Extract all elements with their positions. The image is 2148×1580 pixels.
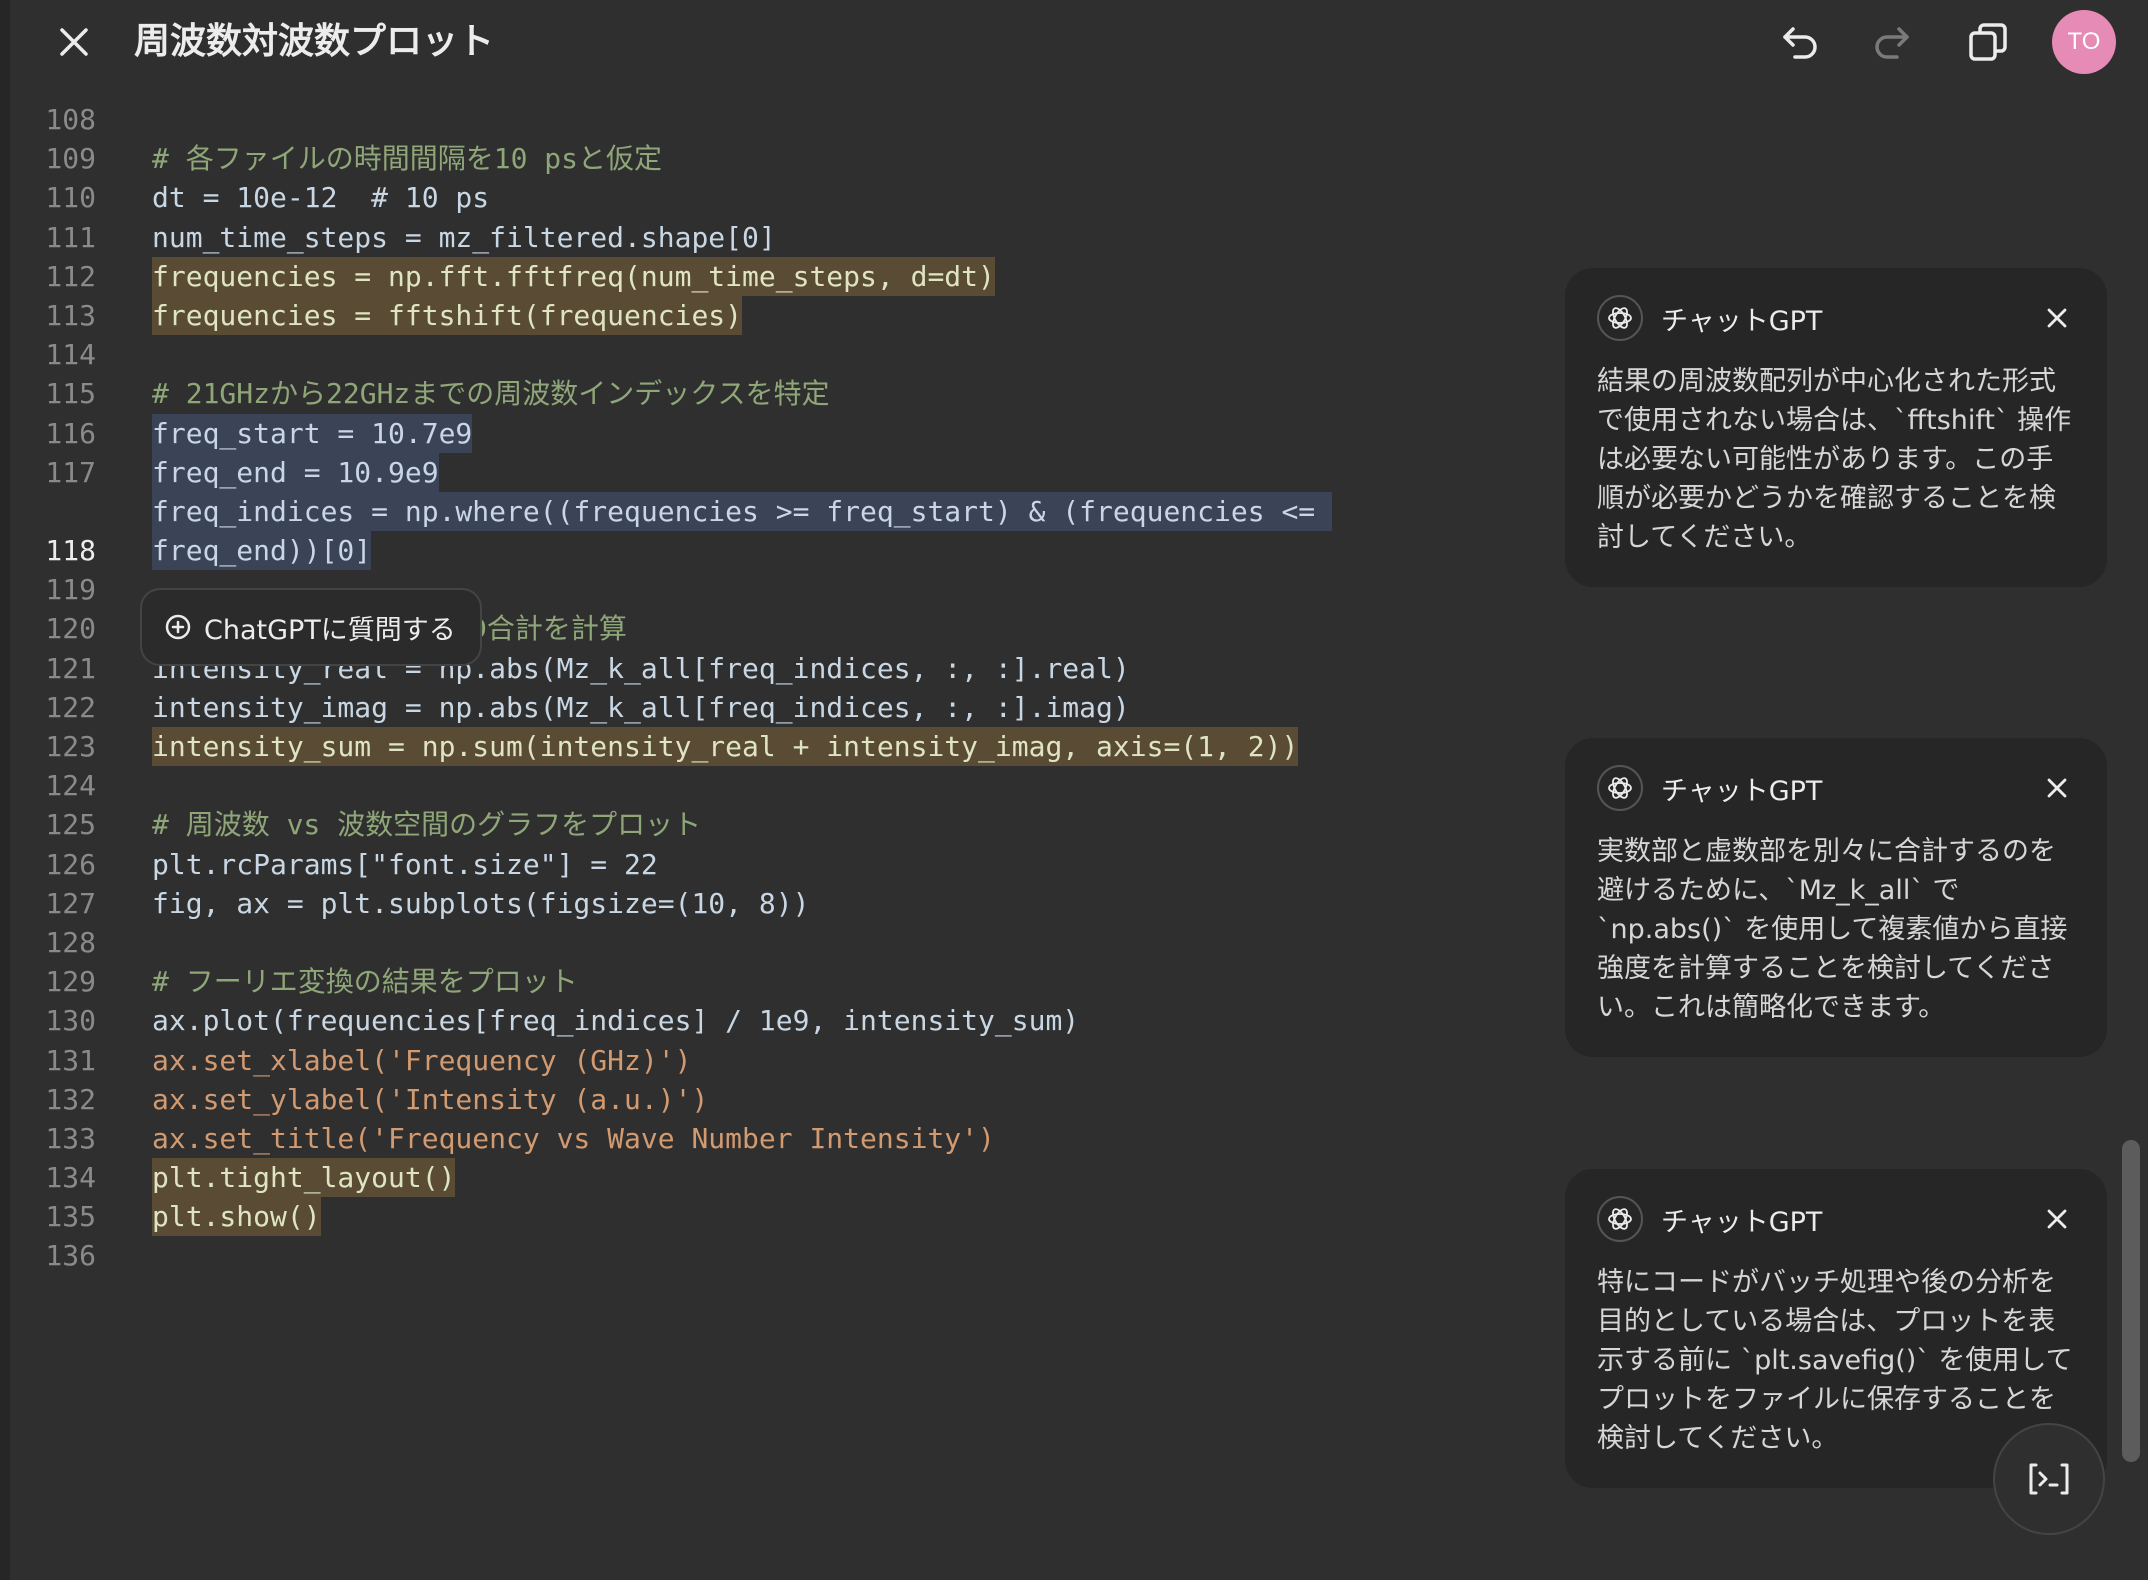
line-number: 125 [45,808,96,842]
comment-author: チャットGPT [1661,775,1823,807]
chatgpt-logo-icon [1597,1196,1643,1242]
clipped-previous-line: . . . . . . . . . [152,84,752,90]
code-line-highlighted[interactable]: intensity_sum = np.sum(intensity_real + … [152,727,1299,767]
line-number: 115 [45,377,96,411]
copy-button[interactable] [1964,18,2012,66]
ask-chatgpt-label: ChatGPTに質問する [204,614,456,646]
header: 周波数対波数プロット TO [0,0,2148,84]
ask-chatgpt-button[interactable]: ChatGPTに質問する [140,588,482,666]
line-number: 123 [45,730,96,764]
line-number: 136 [45,1239,96,1273]
comment-author: チャットGPT [1661,1206,1823,1238]
code-line-highlighted[interactable]: plt.show() [152,1197,321,1237]
code-line-highlighted[interactable]: frequencies = np.fft.fftfreq(num_time_st… [152,256,995,296]
line-number: 108 [45,103,96,136]
line-number-active: 118 [45,534,96,568]
chatgpt-logo-icon [1597,765,1643,811]
dismiss-comment-button[interactable] [2039,300,2075,336]
code-line[interactable]: fig, ax = plt.subplots(figsize=(10, 8)) [152,884,809,923]
canvas-app: 周波数対波数プロット TO . . . . . . . . . 108 [0,0,2148,1580]
code-line-selected[interactable]: freq_start = 10.7e9 [152,413,473,453]
redo-icon [1875,27,1909,59]
code-review-icon [2029,1463,2069,1495]
code-line[interactable]: ax.set_ylabel('Intensity (a.u.)') [152,1080,708,1119]
comment-body: 特にコードがバッチ処理や後の分析を目的としている場合は、プロットを表示する前に … [1597,1267,2073,1454]
line-number: 124 [45,769,96,803]
line-number: 127 [45,886,96,920]
chatgpt-logo-icon [1597,295,1643,341]
code-line[interactable]: intensity_imag = np.abs(Mz_k_all[freq_in… [152,688,1130,727]
line-number: 133 [45,1121,96,1155]
code-line[interactable]: # 21GHzから22GHzまでの周波数インデックスを特定 [152,374,829,413]
code-line-highlighted[interactable]: plt.tight_layout() [152,1158,456,1198]
code-line-selected-wrap[interactable]: freq_end))[0] [152,531,372,571]
line-number: 130 [45,1004,96,1038]
code-line-highlighted[interactable]: frequencies = fftshift(frequencies) [152,295,743,336]
line-number: 132 [45,1082,96,1116]
dismiss-comment-button[interactable] [2039,770,2075,806]
code-line[interactable]: # フーリエ変換の結果をプロット [152,962,578,1001]
close-icon [2047,308,2067,328]
comment-card: チャットGPT 実数部と虚数部を別々に合計するのを避けるために、`Mz_k_al… [1565,738,2107,1057]
code-line-selected[interactable]: freq_indices = np.where((frequencies >= … [152,491,1333,532]
line-number: 112 [45,259,96,293]
add-comment-icon [165,614,191,640]
code-line[interactable]: # 各ファイルの時間間隔を10 psと仮定 [152,139,662,178]
code-line[interactable]: num_time_steps = mz_filtered.shape[0] [152,218,776,257]
comment-card: チャットGPT 結果の周波数配列が中心化された形式で使用されない場合は、`fft… [1565,268,2107,587]
code-line[interactable]: ax.plot(frequencies[freq_indices] / 1e9,… [152,1001,1079,1040]
code-review-button[interactable] [1993,1423,2105,1535]
line-number: 121 [45,651,96,685]
line-number: 114 [45,338,96,372]
page-title: 周波数対波数プロット [134,21,495,62]
line-number: 120 [45,612,96,646]
line-number: 117 [45,455,96,489]
line-number: 110 [45,181,96,215]
line-number: 126 [45,847,96,881]
undo-icon [1783,27,1817,59]
avatar[interactable]: TO [2052,10,2116,74]
line-number: 119 [45,573,96,607]
code-line[interactable]: D合計を計算 [470,609,627,648]
line-number: 109 [45,142,96,176]
comment-author: チャットGPT [1661,305,1823,337]
redo-button[interactable] [1868,18,1916,66]
scrollbar-thumb[interactable] [2122,1140,2140,1462]
dismiss-comment-button[interactable] [2039,1201,2075,1237]
comment-body: 実数部と虚数部を別々に合計するのを避けるために、`Mz_k_all` で `np… [1597,836,2068,1023]
code-line[interactable]: dt = 10e-12 # 10 ps [152,178,489,217]
line-number: 135 [45,1200,96,1234]
undo-button[interactable] [1776,18,1824,66]
close-icon [2047,778,2067,798]
copy-icon [1969,23,2007,61]
code-editor[interactable]: 108 109 # 各ファイルの時間間隔を10 psと仮定 110 dt = 10e… [0,100,1540,1276]
code-line[interactable]: # 周波数 vs 波数空間のグラフをプロット [152,805,701,844]
comment-body: 結果の周波数配列が中心化された形式で使用されない場合は、`fftshift` 操… [1597,366,2072,553]
line-number: 122 [45,690,96,724]
code-line[interactable]: plt.rcParams["font.size"] = 22 [152,845,658,884]
line-number: 111 [45,220,96,254]
line-number: 116 [45,416,96,450]
close-icon [2047,1209,2067,1229]
code-line[interactable]: ax.set_title('Frequency vs Wave Number I… [152,1119,995,1158]
line-number: 128 [45,925,96,959]
code-line[interactable]: ax.set_xlabel('Frequency (GHz)') [152,1041,691,1080]
line-number: 129 [45,965,96,999]
line-number: 113 [45,298,96,332]
line-number: 131 [45,1043,96,1077]
close-button[interactable] [50,18,98,66]
line-number: 134 [45,1161,96,1195]
code-line-selected[interactable]: freq_end = 10.9e9 [152,452,439,492]
close-icon [60,28,88,56]
